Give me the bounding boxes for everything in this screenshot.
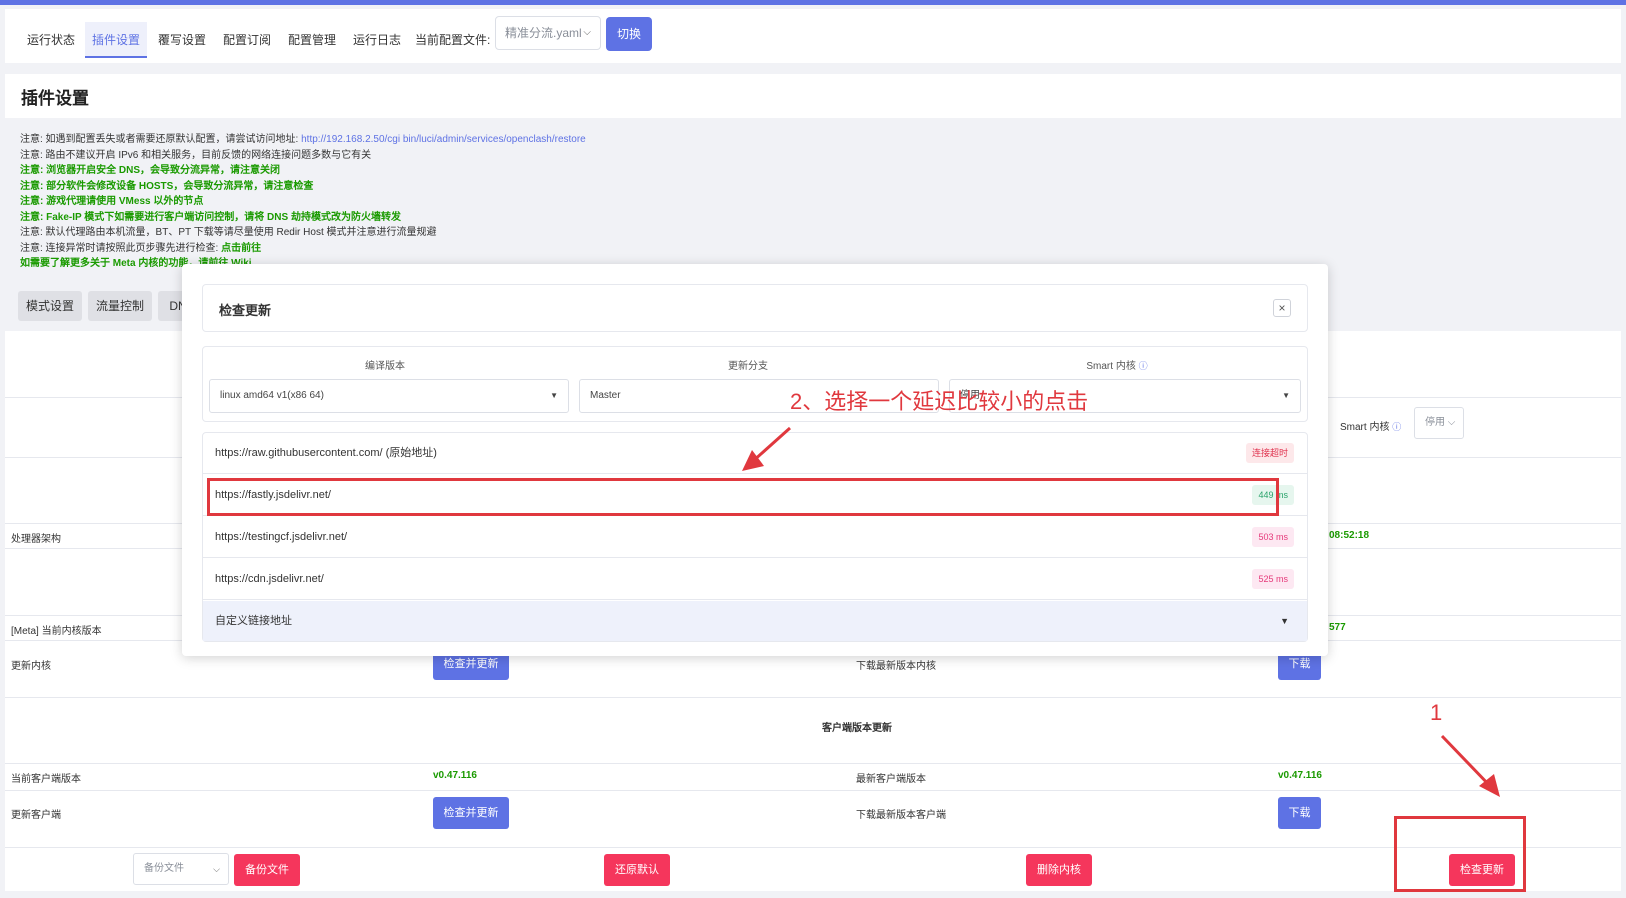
tab-override-settings[interactable]: 覆写设置	[158, 22, 206, 58]
custom-link-label: 自定义链接地址	[215, 615, 292, 627]
update-core-label: 更新内核	[11, 661, 51, 672]
smart-core-modal-field: Smart 内核 ⓘ	[929, 357, 1305, 372]
mirror-item[interactable]: https://testingcf.jsdelivr.net/ 503 ms	[203, 517, 1307, 558]
build-version-label: 编译版本	[365, 361, 405, 372]
check-update-client-button[interactable]: 检查并更新	[433, 797, 509, 829]
current-client-value: v0.47.116	[433, 770, 477, 781]
build-version-value: linux amd64 v1(x86 64)	[220, 390, 324, 401]
mirror-url: https://cdn.jsdelivr.net/	[215, 573, 324, 585]
annotation-step1: 1	[1430, 700, 1443, 725]
note-connection-text: 注意: 连接异常时请按照此页步骤先进行检查:	[20, 242, 222, 254]
mirror-url: https://testingcf.jsdelivr.net/	[215, 531, 348, 543]
divider	[5, 763, 1621, 764]
build-version-select[interactable]: linux amd64 v1(x86 64) ▼	[209, 379, 569, 413]
info-icon: ⓘ	[1138, 361, 1148, 371]
tab-config-subscription[interactable]: 配置订阅	[223, 22, 271, 58]
divider	[5, 697, 1621, 698]
note-connection: 注意: 连接异常时请按照此页步骤先进行检查: 点击前往	[20, 241, 1220, 257]
custom-link-row[interactable]: 自定义链接地址 ▼	[203, 601, 1307, 641]
subtab-mode-settings[interactable]: 模式设置	[18, 291, 82, 321]
client-section-title: 客户端版本更新	[822, 723, 892, 734]
divider	[5, 790, 1621, 791]
update-branch-value: Master	[590, 390, 621, 401]
meta-version-right-value: 577	[1329, 622, 1346, 633]
tab-config-management[interactable]: 配置管理	[288, 22, 336, 58]
meta-version-label: [Meta] 当前内核版本	[11, 626, 102, 637]
smart-core-field: Smart 内核 ⓘ	[1340, 418, 1401, 433]
note-bt-pt: 注意: 默认代理路由本机流量，BT、PT 下载等请尽量使用 Redir Host…	[20, 227, 437, 238]
config-file-label: 当前配置文件:	[415, 33, 491, 47]
mirror-url: https://raw.githubusercontent.com/ (原始地址…	[215, 447, 437, 459]
latency-badge: 525 ms	[1252, 569, 1294, 589]
highlight-box-mirror	[207, 478, 1279, 516]
tab-run-log[interactable]: 运行日志	[353, 22, 401, 58]
page-header: 插件设置	[5, 74, 1621, 118]
switch-button[interactable]: 切换	[606, 17, 652, 51]
note-secure-dns: 注意: 浏览器开启安全 DNS，会导致分流异常，请注意关闭	[20, 165, 280, 176]
caret-down-icon: ▼	[550, 391, 558, 400]
mirror-item[interactable]: https://cdn.jsdelivr.net/ 525 ms	[203, 559, 1307, 600]
smart-core-select[interactable]: 停用 ⌵	[1414, 407, 1464, 439]
note-game-proxy: 注意: 游戏代理请使用 VMess 以外的节点	[20, 196, 204, 207]
info-icon: ⓘ	[1392, 422, 1402, 432]
modal-title: 检查更新	[219, 303, 272, 318]
divider	[5, 847, 1621, 848]
modal-options: 编译版本 更新分支 Smart 内核 ⓘ linux amd64 v1(x86 …	[202, 346, 1308, 422]
mirror-list: https://raw.githubusercontent.com/ (原始地址…	[202, 432, 1308, 642]
current-client-label: 当前客户端版本	[11, 774, 81, 785]
smart-core-modal-label: Smart 内核	[1086, 361, 1136, 372]
note-restore-text: 注意: 如遇到配置丢失或者需要还原默认配置，请尝试访问地址:	[20, 134, 302, 145]
go-link[interactable]: 点击前往	[221, 243, 261, 254]
caret-down-icon: ▼	[1280, 616, 1289, 626]
notes-list: 注意: 如遇到配置丢失或者需要还原默认配置，请尝试访问地址: http://19…	[20, 132, 1220, 272]
restore-link[interactable]: http://192.168.2.50/cgi bin/luci/admin/s…	[301, 134, 586, 145]
latest-client-value: v0.47.116	[1278, 770, 1322, 781]
backup-file-select[interactable]: 备份文件 ⌵	[133, 853, 229, 885]
note-fake-ip: 注意: Fake-IP 模式下如需要进行客户端访问控制，请将 DNS 劫持模式改…	[20, 211, 401, 223]
update-client-label: 更新客户端	[11, 810, 61, 821]
update-branch-label: 更新分支	[728, 361, 768, 372]
latency-badge: 连接超时	[1245, 443, 1294, 463]
tab-plugin-settings[interactable]: 插件设置	[85, 22, 147, 58]
download-latest-client-label: 下载最新版本客户端	[856, 810, 946, 821]
download-latest-core-label: 下载最新版本内核	[856, 661, 936, 672]
highlight-box-check-update	[1394, 816, 1526, 892]
note-ipv6: 注意: 路由不建议开启 IPv6 和相关服务，目前反馈的网络连接问题多数与它有关	[20, 149, 372, 161]
arch-label: 处理器架构	[11, 534, 61, 545]
top-nav: 运行状态 插件设置 覆写设置 配置订阅 配置管理 运行日志 当前配置文件: 精准…	[5, 9, 1621, 63]
note-hosts: 注意: 部分软件会修改设备 HOSTS，会导致分流异常，请注意检查	[20, 180, 314, 192]
latest-client-label: 最新客户端版本	[856, 774, 926, 785]
top-accent-bar	[0, 0, 1626, 5]
restore-default-button[interactable]: 还原默认	[604, 854, 670, 886]
chevron-down-icon: ⌵	[583, 27, 591, 38]
note-restore: 注意: 如遇到配置丢失或者需要还原默认配置，请尝试访问地址: http://19…	[20, 132, 1220, 148]
download-client-button[interactable]: 下载	[1278, 797, 1321, 829]
backup-file-select-value: 备份文件	[144, 863, 184, 874]
arch-right-value: 08:52:18	[1329, 530, 1370, 541]
annotation-step2: 2、选择一个延迟比较小的点击	[790, 389, 1089, 414]
config-file-select[interactable]: 精准分流.yaml ⌵	[495, 16, 601, 50]
latency-badge: 503 ms	[1252, 527, 1294, 547]
subtab-traffic-control[interactable]: 流量控制	[88, 291, 152, 321]
modal-header: 检查更新 ×	[202, 284, 1308, 332]
backup-file-button[interactable]: 备份文件	[234, 854, 300, 886]
check-update-modal: 检查更新 × 编译版本 更新分支 Smart 内核 ⓘ linux amd64 …	[182, 264, 1328, 656]
caret-down-icon: ▼	[1282, 391, 1290, 400]
smart-core-select-value: 停用	[1425, 417, 1445, 428]
delete-core-button[interactable]: 删除内核	[1026, 854, 1092, 886]
tab-run-status[interactable]: 运行状态	[27, 22, 75, 58]
page-title: 插件设置	[21, 89, 89, 108]
config-file-value: 精准分流.yaml	[505, 26, 582, 40]
chevron-down-icon: ⌵	[213, 864, 220, 874]
mirror-item[interactable]: https://raw.githubusercontent.com/ (原始地址…	[203, 433, 1307, 474]
smart-core-label: Smart 内核	[1340, 422, 1390, 433]
close-icon[interactable]: ×	[1273, 299, 1291, 317]
